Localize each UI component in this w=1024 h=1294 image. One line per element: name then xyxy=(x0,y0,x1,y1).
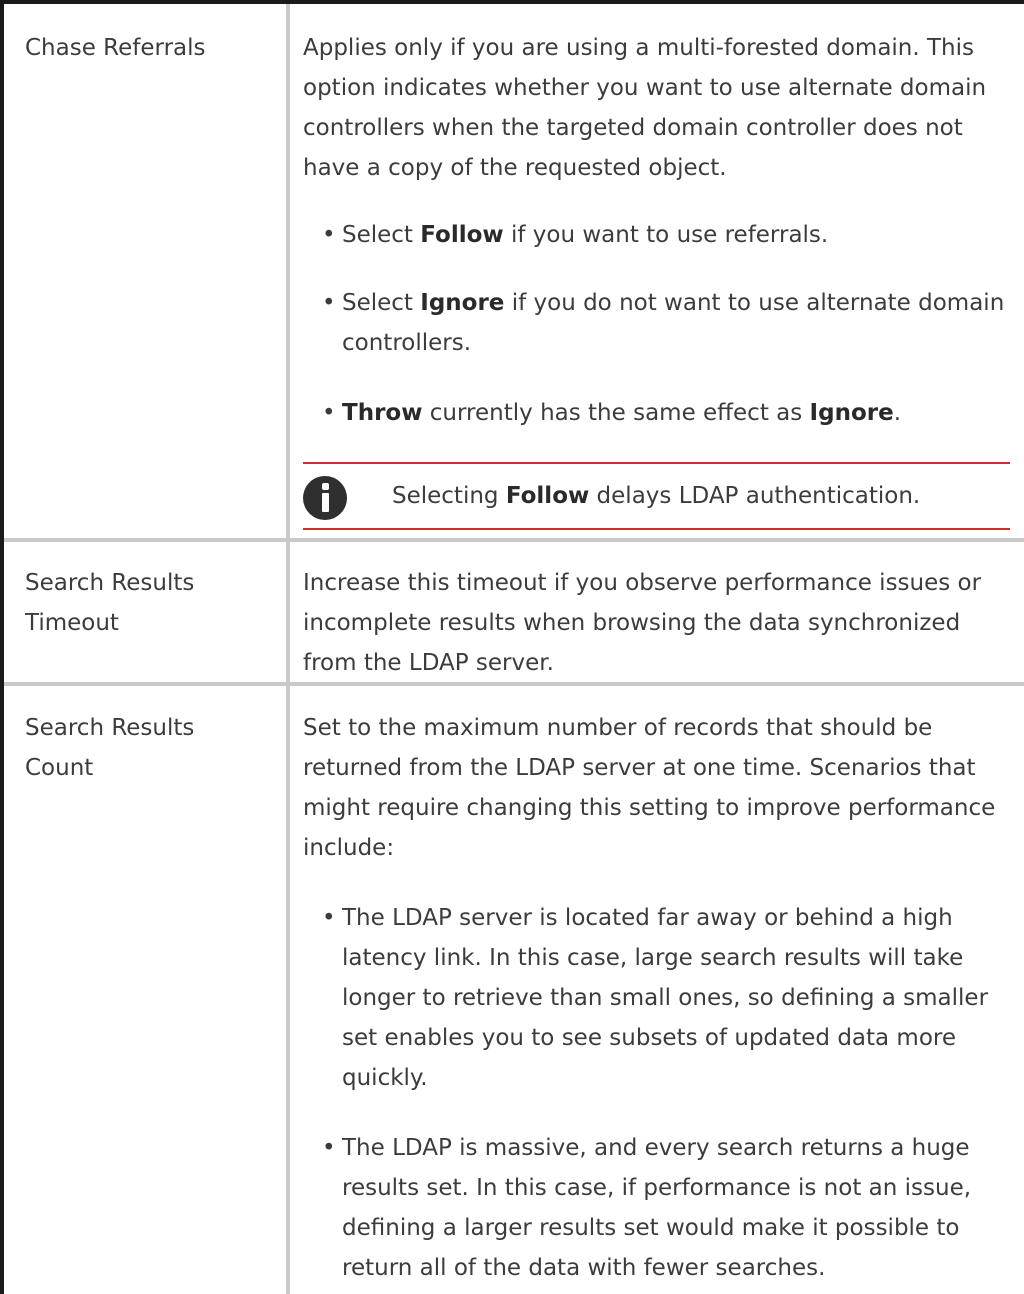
list-item: • Select Follow if you want to use refer… xyxy=(322,215,1012,255)
list-item: • The LDAP server is located far away or… xyxy=(322,898,1012,1098)
bullet-keyword: Ignore xyxy=(420,290,505,316)
row-divider xyxy=(4,538,1024,542)
bullet-keyword: Throw xyxy=(342,400,423,426)
bullet-icon: • xyxy=(322,222,336,248)
setting-description-chase-referrals: Applies only if you are using a multi-fo… xyxy=(303,35,987,181)
bullet-text: Select xyxy=(342,290,421,316)
note-text-part: delays LDAP authentication. xyxy=(589,483,921,509)
info-note: Selecting Follow delays LDAP authenticat… xyxy=(303,462,1010,530)
bullet-icon: • xyxy=(322,1135,336,1161)
bullet-text: currently has the same effect as xyxy=(422,400,810,426)
note-keyword: Follow xyxy=(505,483,590,509)
bullet-keyword: Ignore xyxy=(809,400,894,426)
column-divider xyxy=(286,4,290,1294)
list-item: • The LDAP is massive, and every search … xyxy=(322,1128,1012,1288)
list-item: • Select Ignore if you do not want to us… xyxy=(322,283,1012,363)
bullet-text: if you want to use referrals. xyxy=(503,222,829,248)
bullet-icon: • xyxy=(322,290,336,316)
setting-name-chase-referrals: Chase Referrals xyxy=(25,35,206,61)
setting-name-search-results-timeout: Search Results Timeout xyxy=(25,570,195,636)
bullet-icon: • xyxy=(322,905,336,931)
note-text: Selecting Follow delays LDAP authenticat… xyxy=(392,476,920,516)
bullet-icon: • xyxy=(322,400,336,426)
list-item: • Throw currently has the same effect as… xyxy=(322,393,1012,433)
setting-description-search-results-count: Set to the maximum number of records tha… xyxy=(303,715,996,861)
bullet-text: . xyxy=(893,400,901,426)
note-text-part: Selecting xyxy=(392,483,506,509)
bullet-text: The LDAP is massive, and every search re… xyxy=(342,1135,972,1281)
bullet-text: The LDAP server is located far away or b… xyxy=(342,905,989,1091)
setting-name-search-results-count: Search Results Count xyxy=(25,715,195,781)
bullet-keyword: Follow xyxy=(420,222,504,248)
bullet-text: Select xyxy=(342,222,421,248)
info-icon xyxy=(303,476,347,520)
setting-description-search-results-timeout: Increase this timeout if you observe per… xyxy=(303,570,982,676)
